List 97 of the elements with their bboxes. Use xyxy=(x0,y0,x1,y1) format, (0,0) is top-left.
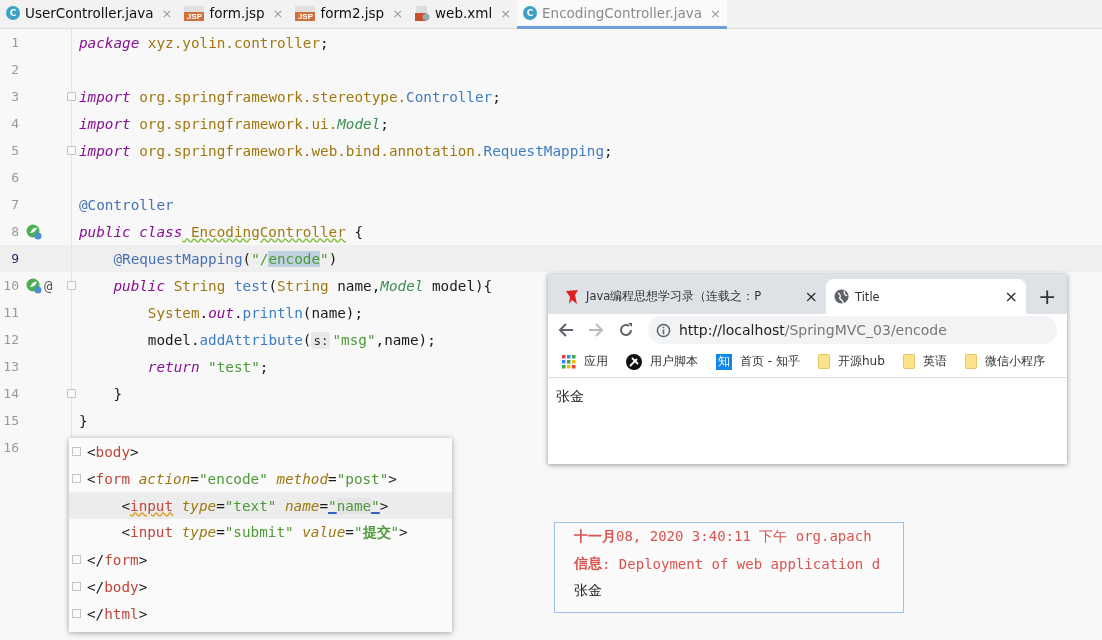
fold-marker[interactable] xyxy=(67,92,76,101)
bookmark-label: 英语 xyxy=(922,353,947,370)
fold-marker[interactable] xyxy=(72,609,81,618)
line-number: 14 xyxy=(2,386,19,401)
browser-tab[interactable]: Title × xyxy=(826,279,1026,314)
fold-marker[interactable] xyxy=(72,582,81,591)
code-line: </body> xyxy=(86,578,148,595)
line-number: 9 xyxy=(10,251,19,266)
browser-tab[interactable]: Java编程思想学习录（连载之：P × xyxy=(556,279,826,314)
bookmark[interactable]: 英语 xyxy=(896,351,953,372)
code-line: <body> xyxy=(86,443,139,460)
bookmark-label: 首页 - 知乎 xyxy=(740,353,800,370)
folder-icon xyxy=(817,354,830,369)
line-number: 8 xyxy=(10,224,19,239)
tab-label: EncodingController.java xyxy=(542,5,703,21)
bookmark[interactable]: 微信小程序 xyxy=(958,351,1051,372)
bookmark-label: 应用 xyxy=(584,353,608,370)
site-logo-icon xyxy=(564,288,580,305)
tab-label: form2.jsp xyxy=(320,5,385,21)
line-number: 3 xyxy=(10,89,19,104)
address-bar[interactable]: http://localhost/SpringMVC_03/encode xyxy=(648,316,1057,344)
globe-icon xyxy=(834,289,849,304)
editor-tab[interactable]: C UserController.java × xyxy=(0,0,179,29)
zhihu-icon: 知 xyxy=(716,353,732,370)
line-number: 13 xyxy=(2,359,19,374)
editor-tab[interactable]: JSP form2.jsp × xyxy=(289,0,410,29)
gutter-marker[interactable]: @ xyxy=(44,277,53,294)
tab-title: Java编程思想学习录（连载之：P xyxy=(586,289,763,304)
code-line: <input type="text" name="name"> xyxy=(120,497,389,514)
close-icon[interactable]: × xyxy=(1004,287,1018,306)
folder-icon xyxy=(964,354,977,369)
line-number: 16 xyxy=(2,440,19,455)
line-number: 7 xyxy=(10,197,19,212)
jsp-file-icon: JSP xyxy=(295,5,316,21)
fold-marker[interactable] xyxy=(67,146,76,155)
xml-file-icon xyxy=(415,5,431,21)
line-number: 4 xyxy=(10,116,19,131)
code-line: model.addAttribute(s: "msg",name); xyxy=(146,331,436,348)
code-line: public String test(String name,Model model){ xyxy=(112,277,493,294)
bean-icon[interactable] xyxy=(26,277,42,294)
tab-label: form.jsp xyxy=(209,5,265,21)
bookmark-label: 开源hub xyxy=(837,353,885,370)
bookmark[interactable]: 用户脚本 xyxy=(620,351,704,372)
back-icon[interactable] xyxy=(558,322,574,338)
fold-marker[interactable] xyxy=(67,281,76,290)
close-icon[interactable]: × xyxy=(804,287,818,306)
tab-label: web.xml xyxy=(435,5,493,21)
code-line: @Controller xyxy=(78,196,174,213)
editor-tab[interactable]: JSP form.jsp × xyxy=(178,0,290,29)
bookmark[interactable]: 知 首页 - 知乎 xyxy=(710,351,806,372)
url-text: http://localhost/SpringMVC_03/encode xyxy=(679,322,947,338)
log-line: 信息: Deployment of web application d xyxy=(574,553,882,574)
bookmark-label: 微信小程序 xyxy=(984,353,1045,370)
code-line: System.out.println(name); xyxy=(146,304,364,321)
jsp-file-icon: JSP xyxy=(184,5,205,21)
line-number: 15 xyxy=(2,413,19,428)
fold-marker[interactable] xyxy=(67,389,76,398)
line-number: 6 xyxy=(10,170,19,185)
code-line: </html> xyxy=(86,605,148,622)
bean-icon[interactable] xyxy=(26,223,42,240)
apps-grid-icon xyxy=(562,354,576,369)
folder-icon xyxy=(902,354,915,369)
log-line: 十一月 08, 2020 3:40:11 下午 org.apach xyxy=(574,526,873,546)
tab-label: UserController.java xyxy=(25,5,154,21)
code-line: import org.springframework.web.bind.annotation.RequestMapping; xyxy=(78,142,613,159)
code-line: } xyxy=(78,412,88,429)
fold-marker[interactable] xyxy=(72,447,81,456)
output-line: 张金 xyxy=(574,580,603,600)
new-tab-button[interactable]: + xyxy=(1038,284,1057,309)
code-line: import org.springframework.stereotype.Controller; xyxy=(78,88,501,105)
line-number: 2 xyxy=(10,62,19,77)
code-line: public class EncodingController { xyxy=(78,223,364,240)
code-line: return "test"; xyxy=(146,358,269,375)
fold-marker[interactable] xyxy=(72,555,81,564)
bookmark[interactable]: 开源hub xyxy=(811,351,891,372)
bookmark[interactable]: 应用 xyxy=(556,351,614,372)
page-text: 张金 xyxy=(555,387,585,406)
line-number: 11 xyxy=(2,305,19,320)
line-number: 12 xyxy=(2,332,19,347)
info-icon[interactable] xyxy=(656,322,671,338)
fold-marker[interactable] xyxy=(72,474,81,483)
line-number: 1 xyxy=(10,35,19,50)
code-line: import org.springframework.ui.Model; xyxy=(78,115,389,132)
code-line: <input type="submit" value="提交"> xyxy=(120,523,408,542)
bookmark-label: 用户脚本 xyxy=(650,353,698,370)
line-number: 5 xyxy=(10,143,19,158)
code-line: @RequestMapping("/encode") xyxy=(112,250,338,267)
code-line: } xyxy=(112,385,123,402)
class-icon: C xyxy=(6,6,20,20)
code-line: </form> xyxy=(86,551,148,568)
editor-tab[interactable]: web.xml × xyxy=(409,0,518,29)
code-line: <form action="encode" method="post"> xyxy=(86,470,397,487)
code-line: package xyz.yolin.controller; xyxy=(78,34,329,51)
class-icon: C xyxy=(523,6,538,20)
tab-title: Title xyxy=(855,289,881,304)
line-number: 10 xyxy=(2,278,19,293)
reload-icon[interactable] xyxy=(618,322,634,338)
